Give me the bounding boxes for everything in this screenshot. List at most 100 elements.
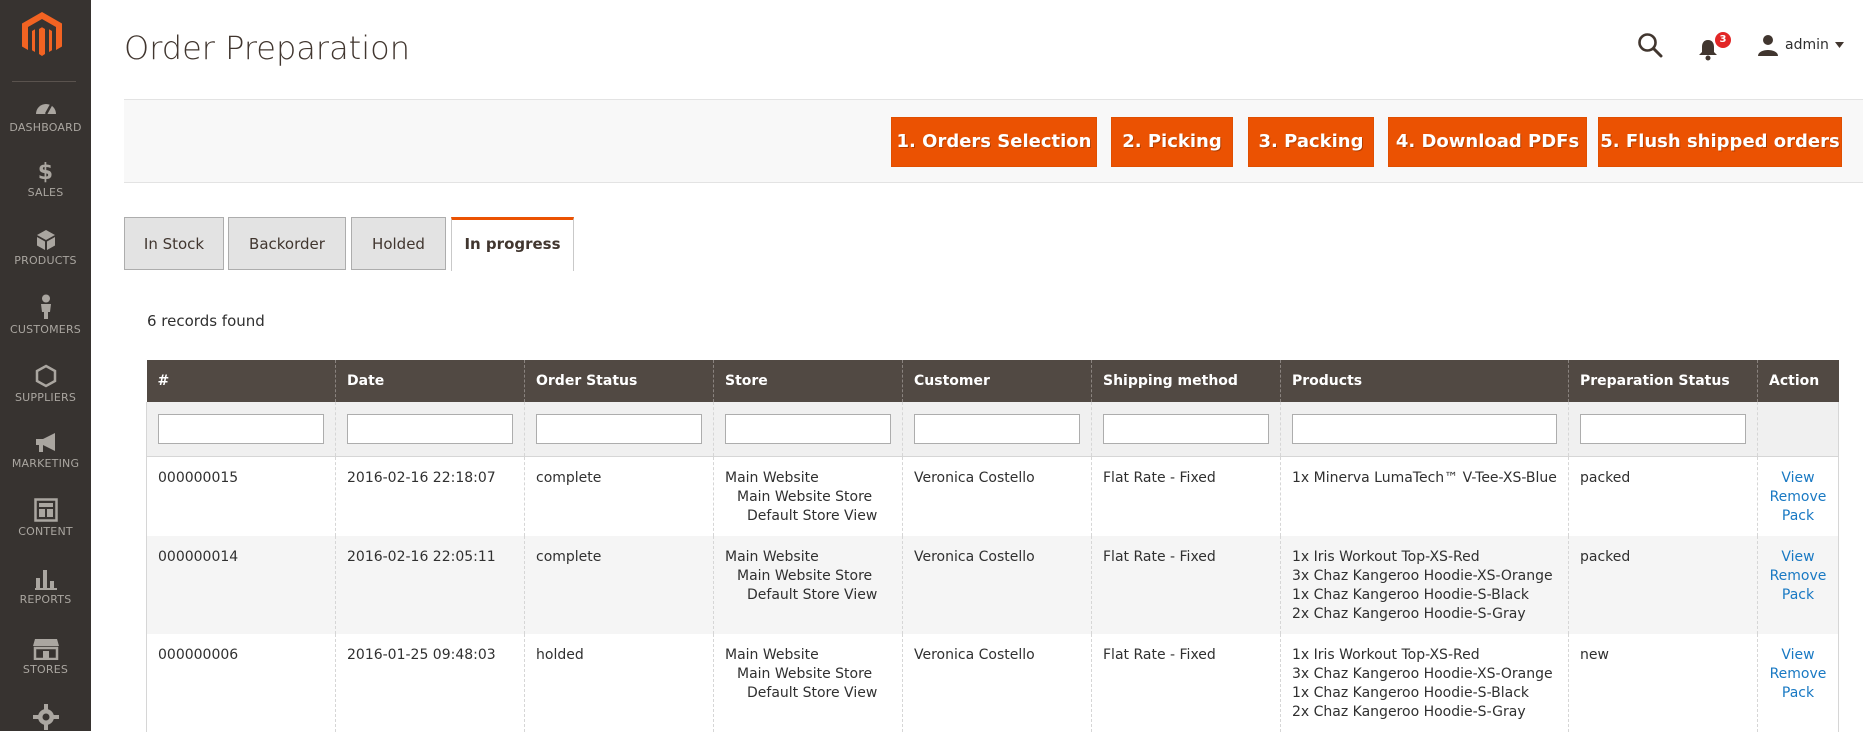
- order-store: Main Website Main Website Store Default …: [713, 634, 903, 732]
- table-row[interactable]: 000000006 2016-01-25 09:48:03 holded Mai…: [146, 634, 1839, 732]
- store-store: Main Website Store: [737, 666, 873, 682]
- search-icon[interactable]: [1637, 32, 1663, 62]
- filter-preparation-status-input[interactable]: [1580, 414, 1746, 444]
- order-status: complete: [524, 536, 714, 634]
- user-icon: [1758, 35, 1778, 56]
- column-header-id[interactable]: #: [146, 360, 336, 402]
- product-line: 1x Chaz Kangeroo Hoodie-S-Black: [1292, 587, 1530, 603]
- nav-customers-label: CUSTOMERS: [10, 323, 81, 336]
- filter-row: [146, 402, 1839, 457]
- order-status: complete: [524, 456, 714, 536]
- filter-id-input[interactable]: [158, 414, 324, 444]
- remove-link[interactable]: Remove: [1769, 567, 1827, 586]
- pack-link[interactable]: Pack: [1769, 684, 1827, 703]
- tab-in-progress[interactable]: In progress: [451, 217, 574, 271]
- filter-customer-input[interactable]: [914, 414, 1080, 444]
- pack-link[interactable]: Pack: [1769, 507, 1827, 526]
- column-header-date[interactable]: Date: [335, 360, 525, 402]
- dashboard-icon: [35, 104, 56, 115]
- order-id: 000000014: [146, 536, 336, 634]
- nav-dashboard-label: DASHBOARD: [9, 121, 82, 134]
- column-header-products[interactable]: Products: [1280, 360, 1569, 402]
- picking-button[interactable]: 2. Picking: [1111, 117, 1233, 167]
- nav-content[interactable]: CONTENT: [0, 498, 91, 538]
- product-line: 1x Iris Workout Top-XS-Red: [1292, 647, 1480, 663]
- tab-backorder[interactable]: Backorder: [228, 217, 346, 270]
- order-store: Main Website Main Website Store Default …: [713, 456, 903, 536]
- user-name: admin: [1785, 37, 1829, 53]
- order-prep-status: packed: [1568, 456, 1758, 536]
- notifications-button[interactable]: 3: [1697, 32, 1731, 61]
- filter-shipping-method-input[interactable]: [1103, 414, 1269, 444]
- action-toolbar: 1. Orders Selection 2. Picking 3. Packin…: [124, 99, 1863, 183]
- tab-holded[interactable]: Holded: [351, 217, 446, 270]
- column-header-shipping-method[interactable]: Shipping method: [1091, 360, 1281, 402]
- column-header-order-status[interactable]: Order Status: [524, 360, 714, 402]
- order-prep-status: new: [1568, 634, 1758, 732]
- store-icon: [32, 639, 59, 660]
- download-pdfs-button[interactable]: 4. Download PDFs: [1388, 117, 1587, 167]
- nav-suppliers[interactable]: SUPPLIERS: [0, 364, 91, 404]
- order-store: Main Website Main Website Store Default …: [713, 536, 903, 634]
- nav-sales-label: SALES: [27, 186, 64, 199]
- product-line: 1x Chaz Kangeroo Hoodie-S-Black: [1292, 685, 1530, 701]
- filter-store-input[interactable]: [725, 414, 891, 444]
- nav-products-label: PRODUCTS: [14, 254, 77, 267]
- nav-stores[interactable]: STORES: [0, 638, 91, 676]
- column-header-customer[interactable]: Customer: [902, 360, 1092, 402]
- column-header-preparation-status[interactable]: Preparation Status: [1568, 360, 1758, 402]
- magento-logo-icon[interactable]: [20, 10, 64, 58]
- nav-reports[interactable]: REPORTS: [0, 568, 91, 606]
- product-line: 2x Chaz Kangeroo Hoodie-S-Gray: [1292, 606, 1526, 622]
- packing-button[interactable]: 3. Packing: [1248, 117, 1374, 167]
- pack-link[interactable]: Pack: [1769, 586, 1827, 605]
- order-actions: View Remove Pack: [1757, 536, 1839, 634]
- order-customer: Veronica Costello: [902, 634, 1092, 732]
- filter-order-status-input[interactable]: [536, 414, 702, 444]
- nav-content-label: CONTENT: [18, 525, 73, 538]
- hexagon-icon: [35, 364, 56, 388]
- nav-customers[interactable]: CUSTOMERS: [0, 294, 91, 336]
- gear-icon: [32, 704, 59, 730]
- order-products: 1x Minerva LumaTech™ V-Tee-XS-Blue: [1280, 456, 1569, 536]
- remove-link[interactable]: Remove: [1769, 665, 1827, 684]
- view-link[interactable]: View: [1769, 646, 1827, 665]
- nav-system[interactable]: [0, 704, 91, 733]
- order-shipping: Flat Rate - Fixed: [1091, 634, 1281, 732]
- nav-sales[interactable]: $ SALES: [0, 162, 91, 200]
- table-row[interactable]: 000000015 2016-02-16 22:18:07 complete M…: [146, 456, 1839, 536]
- filter-date-input[interactable]: [347, 414, 513, 444]
- person-icon: [40, 294, 51, 319]
- orders-grid: # Date Order Status Store Customer Shipp…: [146, 360, 1839, 732]
- nav-stores-label: STORES: [22, 663, 69, 676]
- order-id: 000000006: [146, 634, 336, 732]
- remove-link[interactable]: Remove: [1769, 488, 1827, 507]
- product-line: 1x Iris Workout Top-XS-Red: [1292, 549, 1480, 565]
- order-customer: Veronica Costello: [902, 456, 1092, 536]
- chevron-down-icon: [1834, 42, 1844, 48]
- nav-products[interactable]: PRODUCTS: [0, 229, 91, 267]
- store-view: Default Store View: [747, 587, 878, 603]
- order-shipping: Flat Rate - Fixed: [1091, 536, 1281, 634]
- tab-in-stock[interactable]: In Stock: [124, 217, 224, 270]
- user-menu[interactable]: admin: [1757, 32, 1844, 58]
- view-link[interactable]: View: [1769, 469, 1827, 488]
- page-title: Order Preparation: [124, 29, 410, 67]
- bar-chart-icon: [34, 570, 57, 590]
- store-view: Default Store View: [747, 508, 878, 524]
- store-view: Default Store View: [747, 685, 878, 701]
- view-link[interactable]: View: [1769, 548, 1827, 567]
- filter-products-input[interactable]: [1292, 414, 1557, 444]
- table-row[interactable]: 000000014 2016-02-16 22:05:11 complete M…: [146, 536, 1839, 634]
- order-id: 000000015: [146, 456, 336, 536]
- logo-divider: [12, 81, 76, 82]
- nav-marketing[interactable]: MARKETING: [0, 432, 91, 470]
- column-header-store[interactable]: Store: [713, 360, 903, 402]
- orders-selection-button[interactable]: 1. Orders Selection: [891, 117, 1097, 167]
- nav-dashboard[interactable]: DASHBOARD: [0, 96, 91, 134]
- order-customer: Veronica Costello: [902, 536, 1092, 634]
- store-website: Main Website: [725, 549, 819, 565]
- flush-shipped-orders-button[interactable]: 5. Flush shipped orders: [1598, 117, 1842, 167]
- nav-reports-label: REPORTS: [19, 593, 72, 606]
- order-actions: View Remove Pack: [1757, 634, 1839, 732]
